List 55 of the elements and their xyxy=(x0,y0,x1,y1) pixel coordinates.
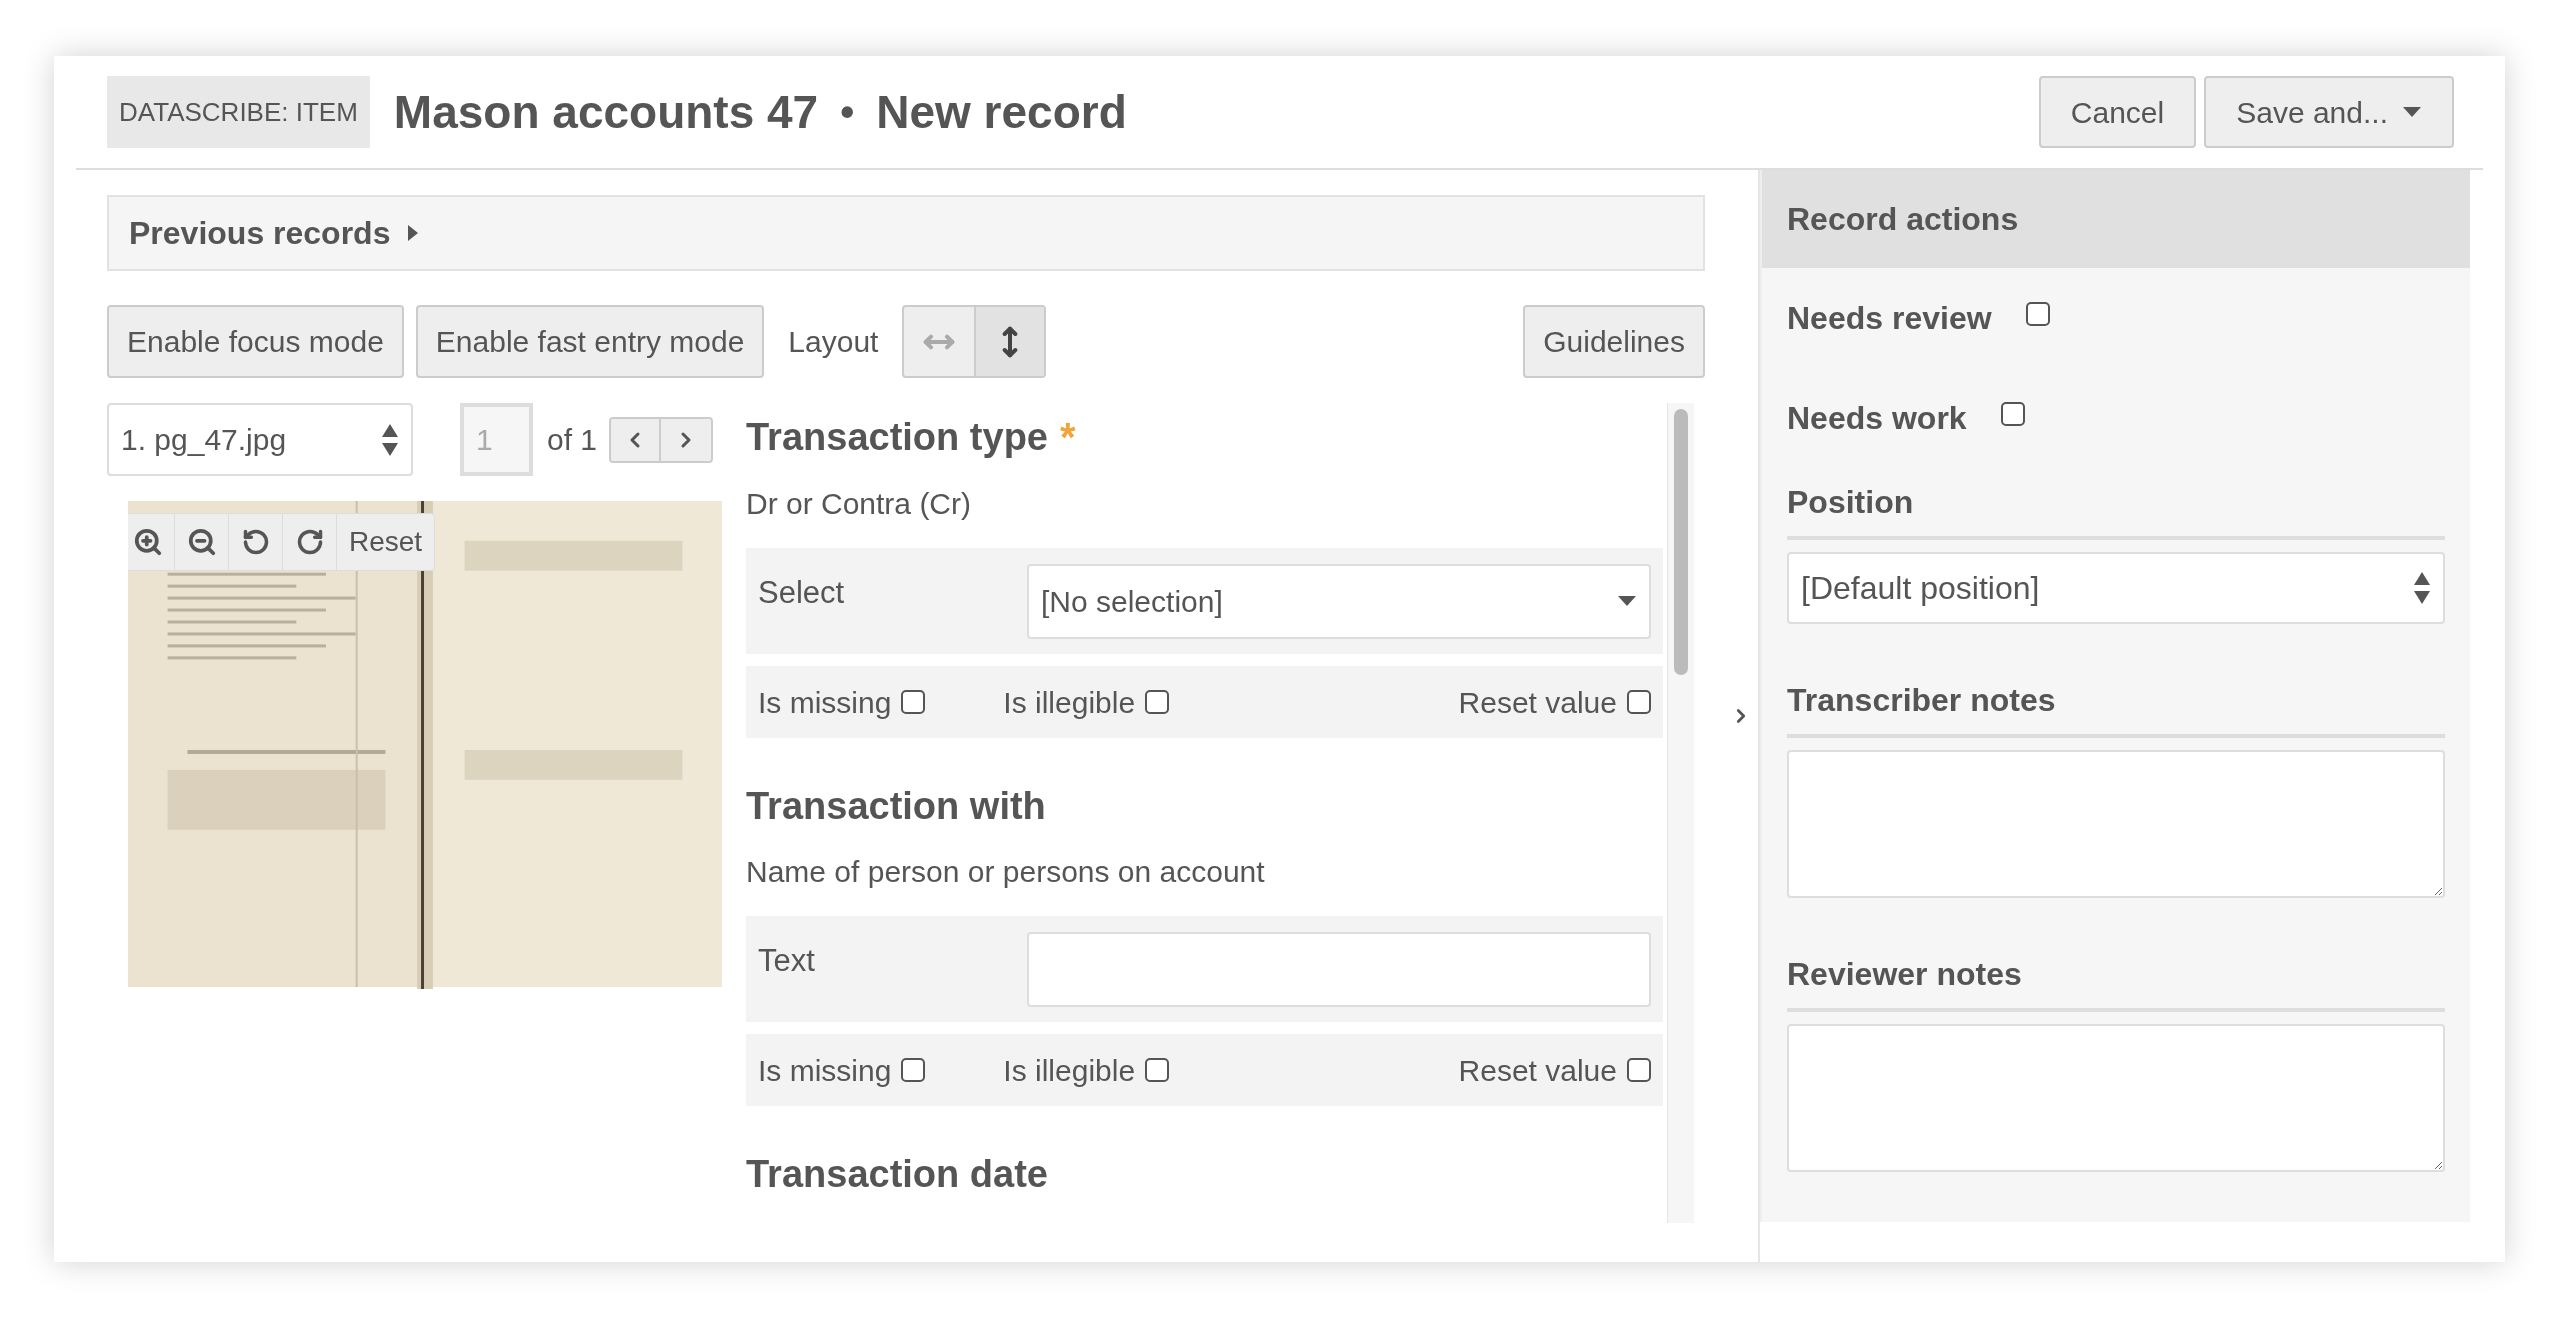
checkbox[interactable] xyxy=(2025,302,2050,326)
page-subtitle: New record xyxy=(876,84,1127,140)
layout-label: Layout xyxy=(788,324,879,360)
checkbox[interactable] xyxy=(1627,1058,1651,1082)
required-asterisk: * xyxy=(1060,414,1076,461)
focus-mode-button[interactable]: Enable focus mode xyxy=(107,305,404,378)
notes-field[interactable] xyxy=(1787,1024,2445,1172)
section-label: Position xyxy=(1787,478,2445,540)
zoom-out-icon xyxy=(186,527,217,557)
page-count: of 1 xyxy=(547,422,598,458)
field-title: Transaction date xyxy=(746,1152,1048,1197)
caret-icon xyxy=(1617,595,1637,607)
input-label: Select xyxy=(758,574,846,612)
zoom-in-icon xyxy=(132,527,163,557)
checkbox[interactable] xyxy=(901,1058,926,1082)
notes-field[interactable] xyxy=(1787,750,2445,898)
field-title: Transaction type xyxy=(746,414,1048,460)
up-down-arrows-icon xyxy=(2413,570,2431,606)
rotate-right-icon xyxy=(295,528,324,556)
checkbox[interactable] xyxy=(1145,1058,1170,1082)
field-description: Dr or Contra (Cr) xyxy=(746,486,972,522)
layout-option[interactable] xyxy=(974,307,1045,376)
flag-label: Is missing xyxy=(758,684,892,721)
section-label: Transcriber notes xyxy=(1787,676,2445,738)
flag-label: Is illegible xyxy=(1003,1052,1136,1089)
checkbox[interactable] xyxy=(2000,402,2025,426)
text-field[interactable] xyxy=(1027,931,1651,1007)
field-title: Transaction with xyxy=(746,784,1046,829)
save-dropdown-button[interactable]: Save and... xyxy=(2204,76,2454,148)
panel-title: Record actions xyxy=(1787,200,2019,239)
value-select[interactable]: [No selection] xyxy=(1027,563,1651,639)
caret-icon xyxy=(2402,106,2422,118)
title-separator: • xyxy=(840,89,855,136)
checkbox[interactable] xyxy=(901,690,926,714)
section-label: Reviewer notes xyxy=(1787,950,2445,1012)
flag-label: Is missing xyxy=(758,1052,892,1089)
previous-records-bar[interactable]: Previous records xyxy=(107,195,1705,271)
page-title: Mason accounts 47 xyxy=(393,84,819,140)
item-badge: DATASCRIBE: ITEM xyxy=(107,76,370,148)
flag-label: Reset value xyxy=(1458,1052,1617,1089)
cancel-button[interactable]: Cancel xyxy=(2038,76,2197,148)
checkbox[interactable] xyxy=(1145,690,1170,714)
checkbox-label: Needs work xyxy=(1787,399,1967,438)
flag-label: Reset value xyxy=(1458,684,1617,721)
flag-label: Is illegible xyxy=(1003,684,1136,721)
input-label: Text xyxy=(758,942,816,980)
field-description: Name of person or persons on account xyxy=(746,854,1266,890)
guidelines-button[interactable]: Guidelines xyxy=(1523,305,1705,378)
checkbox-label: Needs review xyxy=(1787,299,1992,338)
scrollbar-thumb[interactable] xyxy=(1674,409,1688,675)
checkbox[interactable] xyxy=(1627,690,1651,714)
fast-entry-button[interactable]: Enable fast entry mode xyxy=(415,305,765,378)
rotate-left-icon xyxy=(241,528,270,556)
position-select[interactable]: [Default position] xyxy=(1787,552,2445,624)
file-select[interactable]: 1. pg_47.jpg xyxy=(107,403,413,476)
